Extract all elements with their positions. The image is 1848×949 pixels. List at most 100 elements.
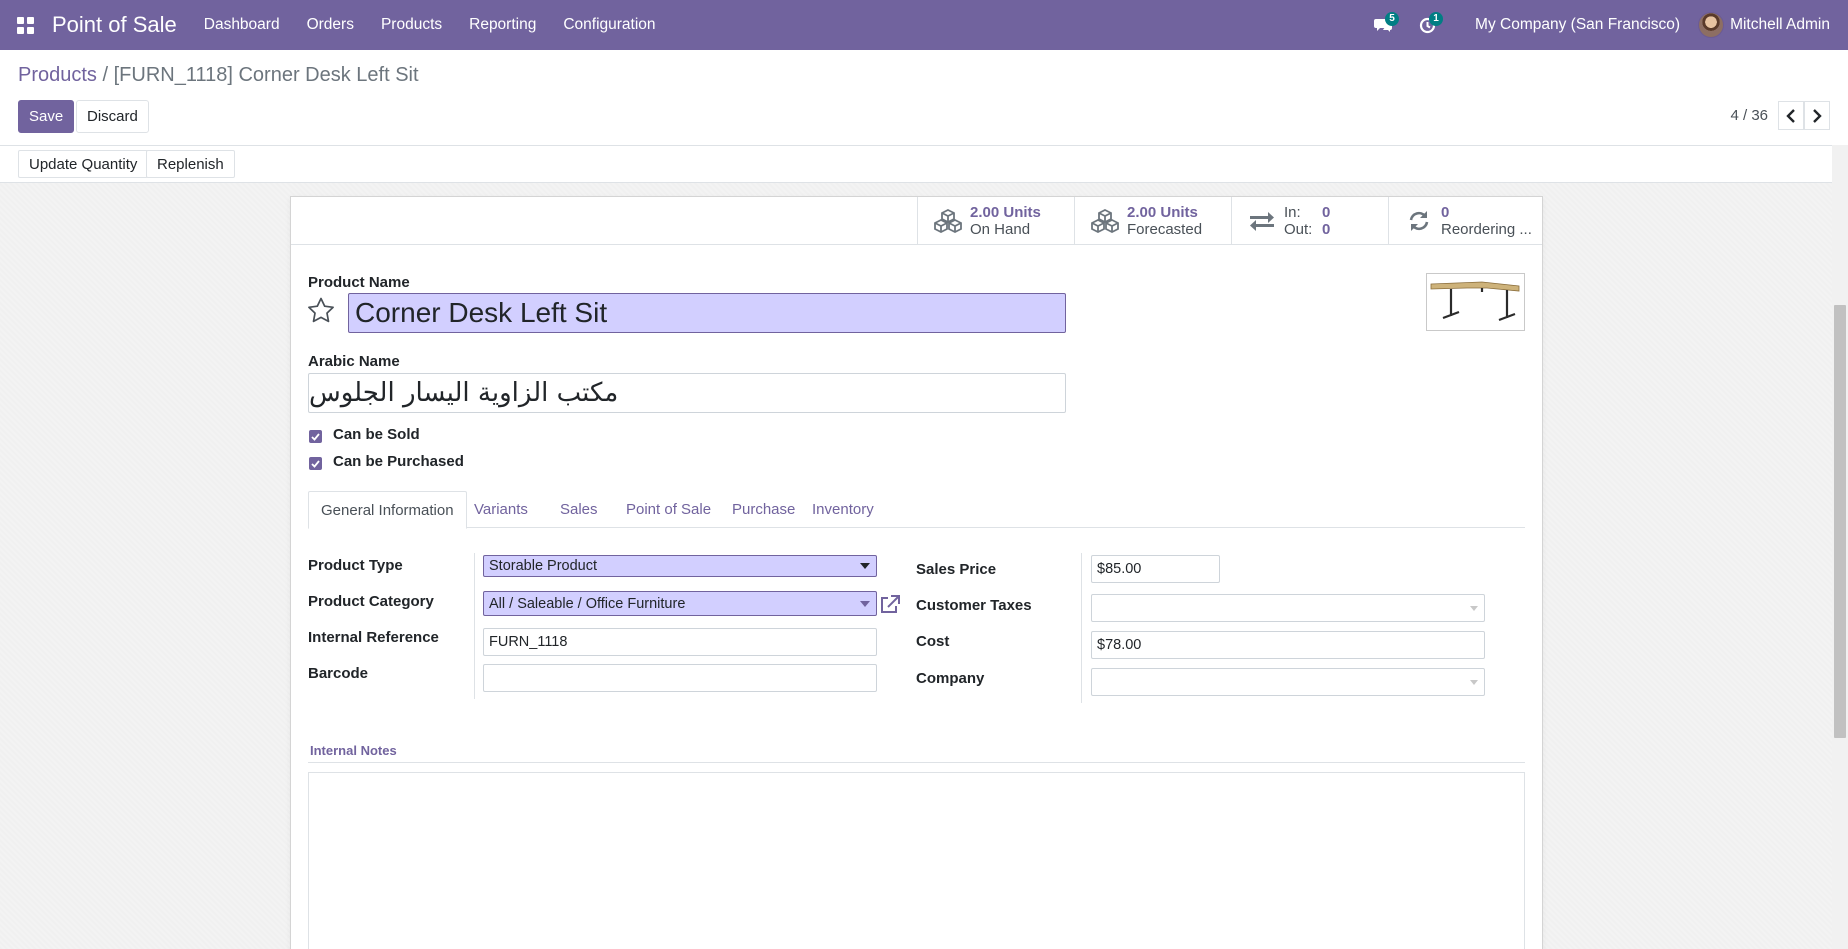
cost-input[interactable]: $78.00 <box>1091 631 1485 659</box>
activities-badge: 1 <box>1429 12 1444 26</box>
barcode-input[interactable] <box>483 664 877 692</box>
tab-general-information[interactable]: General Information <box>308 491 467 529</box>
tab-point-of-sale[interactable]: Point of Sale <box>614 491 723 528</box>
on-hand-label: On Hand <box>970 221 1031 238</box>
forecasted-label: Forecasted <box>1127 221 1203 238</box>
product-name-label: Product Name <box>308 274 410 291</box>
tab-sales[interactable]: Sales <box>548 491 610 528</box>
column-divider <box>1081 553 1082 703</box>
internal-reference-label: Internal Reference <box>308 629 439 646</box>
apps-menu-icon[interactable] <box>0 0 50 50</box>
can-be-sold-checkbox[interactable] <box>309 430 322 443</box>
product-type-label: Product Type <box>308 557 403 574</box>
menu-reporting[interactable]: Reporting <box>456 16 549 34</box>
on-hand-button[interactable]: 2.00 Units On Hand <box>917 197 1074 245</box>
scrollbar-thumb[interactable] <box>1834 305 1846 738</box>
customer-taxes-input[interactable] <box>1091 594 1485 622</box>
company-switcher[interactable]: My Company (San Francisco) <box>1457 16 1698 34</box>
product-name-input[interactable]: Corner Desk Left Sit <box>348 293 1066 333</box>
menu-configuration[interactable]: Configuration <box>550 16 668 34</box>
can-be-sold-label[interactable]: Can be Sold <box>333 426 420 443</box>
chevron-down-icon <box>860 563 870 569</box>
forecasted-value: 2.00 Units <box>1127 204 1198 221</box>
barcode-label: Barcode <box>308 665 369 682</box>
activities-button[interactable]: 1 <box>1405 0 1449 50</box>
company-select[interactable] <box>1091 668 1485 696</box>
in-value: 0 <box>1322 204 1331 221</box>
sales-price-input[interactable]: $85.00 <box>1091 555 1220 583</box>
control-panel: Products / [FURN_1118] Corner Desk Left … <box>0 50 1848 145</box>
menu-orders[interactable]: Orders <box>294 16 367 34</box>
can-be-purchased-checkbox[interactable] <box>309 457 322 470</box>
can-be-purchased-label[interactable]: Can be Purchased <box>333 453 464 470</box>
tab-purchase[interactable]: Purchase <box>720 491 807 528</box>
cubes-icon <box>930 208 966 234</box>
arabic-name-input[interactable]: مكتب الزاوية اليسار الجلوس <box>308 373 1066 413</box>
column-divider <box>474 553 475 699</box>
out-value: 0 <box>1322 221 1331 238</box>
out-label: Out: <box>1284 221 1313 238</box>
product-type-value: Storable Product <box>489 558 598 574</box>
tab-inventory[interactable]: Inventory <box>800 491 886 528</box>
pager-value[interactable]: 4 / 36 <box>1730 107 1768 124</box>
save-button[interactable]: Save <box>18 100 75 133</box>
cost-label: Cost <box>916 633 950 650</box>
breadcrumb-separator: / <box>102 64 109 86</box>
in-label: In: <box>1284 204 1301 221</box>
separator <box>308 762 1525 763</box>
cubes-icon <box>1087 208 1123 234</box>
avatar <box>1698 12 1725 38</box>
checkmark-icon <box>311 432 320 441</box>
chevron-down-icon <box>1470 680 1478 685</box>
messages-badge: 5 <box>1385 12 1400 26</box>
app-title[interactable]: Point of Sale <box>52 12 177 38</box>
product-image[interactable] <box>1426 273 1525 331</box>
desk-image-icon <box>1430 281 1520 322</box>
user-menu[interactable]: Mitchell Admin <box>1698 12 1848 38</box>
on-hand-value: 2.00 Units <box>970 204 1041 221</box>
internal-reference-input[interactable]: FURN_1118 <box>483 628 877 656</box>
chevron-down-icon <box>1470 606 1478 611</box>
in-out-button[interactable]: In: 0 Out: 0 <box>1231 197 1388 245</box>
reordering-button[interactable]: 0 Reordering ... <box>1388 197 1542 245</box>
company-label: Company <box>916 670 985 687</box>
product-category-select[interactable]: All / Saleable / Office Furniture <box>483 591 877 616</box>
smart-button-box: 2.00 Units On Hand 2.00 Units Forecasted <box>291 197 1542 245</box>
product-category-value: All / Saleable / Office Furniture <box>489 595 686 612</box>
forecasted-button[interactable]: 2.00 Units Forecasted <box>1074 197 1231 245</box>
checkmark-icon <box>311 459 320 468</box>
messages-button[interactable]: 5 <box>1361 0 1405 50</box>
menu-dashboard[interactable]: Dashboard <box>191 16 293 34</box>
breadcrumb-products-link[interactable]: Products <box>18 64 97 86</box>
reordering-value: 0 <box>1441 204 1450 221</box>
discard-button[interactable]: Discard <box>76 100 149 133</box>
tab-variants[interactable]: Variants <box>462 491 540 528</box>
form-statusbar: Update Quantity Replenish <box>0 145 1848 183</box>
arabic-name-label: Arabic Name <box>308 353 400 370</box>
breadcrumb: Products / [FURN_1118] Corner Desk Left … <box>18 64 419 87</box>
sales-price-label: Sales Price <box>916 561 997 578</box>
breadcrumb-current: [FURN_1118] Corner Desk Left Sit <box>113 64 419 86</box>
exchange-icon <box>1244 211 1280 231</box>
user-name: Mitchell Admin <box>1730 16 1830 33</box>
favorite-star-icon[interactable] <box>307 297 335 327</box>
update-quantity-button[interactable]: Update Quantity <box>18 150 149 178</box>
external-link-icon[interactable] <box>879 594 901 618</box>
menu-products[interactable]: Products <box>368 16 455 34</box>
pager-previous-button[interactable] <box>1778 101 1804 130</box>
chevron-left-icon <box>1786 108 1795 123</box>
top-navbar: Point of Sale Dashboard Orders Products … <box>0 0 1848 50</box>
replenish-button[interactable]: Replenish <box>146 150 235 178</box>
refresh-icon <box>1401 210 1437 232</box>
chevron-right-icon <box>1813 108 1822 123</box>
scrollbar[interactable] <box>1832 145 1848 949</box>
product-category-label: Product Category <box>308 593 434 610</box>
pager-next-button[interactable] <box>1804 101 1830 130</box>
internal-notes-editor[interactable] <box>308 772 1525 949</box>
reordering-label: Reordering ... <box>1441 221 1532 238</box>
customer-taxes-label: Customer Taxes <box>916 597 1032 614</box>
notebook-tabs: General Information Variants Sales Point… <box>308 491 1525 529</box>
product-type-select[interactable]: Storable Product <box>483 555 877 577</box>
internal-notes-title: Internal Notes <box>310 743 397 758</box>
form-sheet: 2.00 Units On Hand 2.00 Units Forecasted <box>290 196 1543 949</box>
